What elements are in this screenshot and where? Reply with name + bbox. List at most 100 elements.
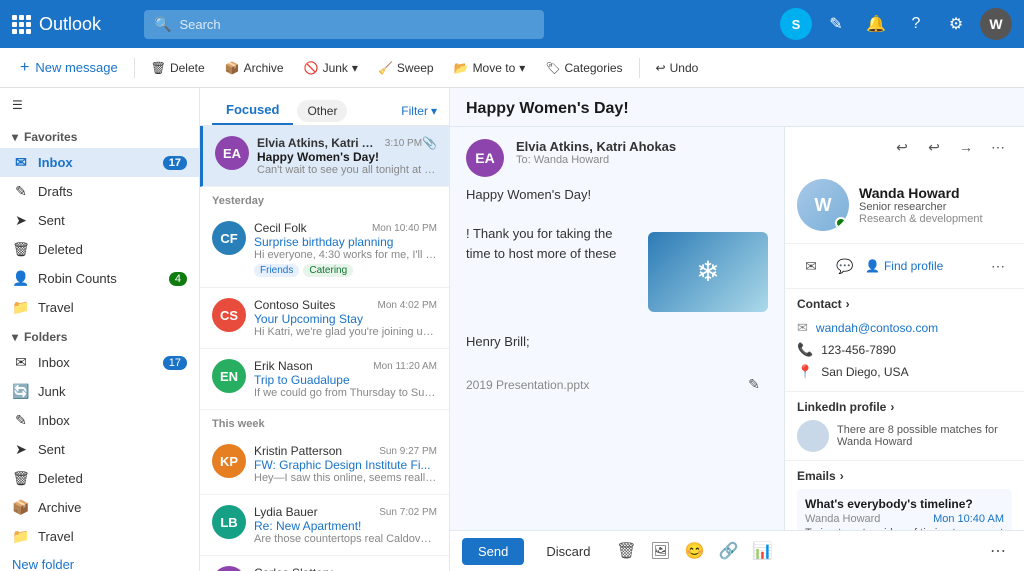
- linkedin-chevron: ›: [890, 400, 894, 414]
- undo-icon: ↩: [656, 61, 666, 75]
- inbox-icon: ✉: [12, 154, 30, 171]
- folders-chevron: ▾: [12, 330, 18, 344]
- sidebar-item-deleted-fav[interactable]: 🗑 Deleted: [0, 235, 199, 264]
- junk-icon: 🚫: [304, 61, 319, 75]
- reading-pane: Happy Women's Day! EA Elvia Atkins, Katr…: [450, 88, 1024, 571]
- email-item[interactable]: CS Carlos Slattery: [200, 556, 449, 571]
- contact-section-title[interactable]: Contact ›: [797, 297, 1012, 311]
- avatar: CS: [212, 566, 246, 571]
- categories-button[interactable]: 🏷 Categories: [537, 57, 630, 79]
- edit-icon-btn[interactable]: ✎: [740, 371, 768, 399]
- section-label-thisweek: This week: [200, 410, 449, 434]
- more-actions-btn[interactable]: ⋯: [984, 133, 1012, 161]
- junk-folder-icon: 🔄: [12, 383, 30, 400]
- email-content: Cecil Folk Mon 10:40 PM Surprise birthda…: [254, 221, 437, 277]
- sidebar-item-drafts[interactable]: ✎ Drafts: [0, 177, 199, 206]
- sidebar: ☰ ▾ Favorites ✉ Inbox 17 ✎ Drafts ➤ Sent…: [0, 88, 200, 571]
- search-bar[interactable]: 🔍: [144, 10, 544, 39]
- email-item[interactable]: EN Erik Nason Mon 11:20 AM Trip to Guada…: [200, 349, 449, 410]
- reply-all-icon-btn[interactable]: ↩: [920, 133, 948, 161]
- sent-folder-icon: ➤: [12, 441, 30, 458]
- topbar-right: S ✎ 🔔 ? ⚙ W: [780, 8, 1012, 40]
- delete-button[interactable]: 🗑 Delete: [143, 57, 213, 79]
- send-button[interactable]: Send: [462, 538, 524, 565]
- find-profile-link[interactable]: 👤 Find profile: [865, 252, 943, 280]
- sidebar-item-junk[interactable]: 🔄 Junk: [0, 377, 199, 406]
- grid-icon[interactable]: [12, 15, 31, 34]
- favorites-chevron: ▾: [12, 130, 18, 144]
- sidebar-collapse-btn[interactable]: ☰: [8, 94, 27, 116]
- email-item[interactable]: CS Contoso Suites Mon 4:02 PM Your Upcom…: [200, 288, 449, 349]
- email-content: Carlos Slattery: [254, 566, 437, 571]
- sidebar-item-travel-fav[interactable]: 📁 Travel: [0, 293, 199, 322]
- archive-button[interactable]: 📦 Archive: [217, 57, 292, 79]
- email-action-btn[interactable]: ✉: [797, 252, 825, 280]
- sidebar-item-archive[interactable]: 📦 Archive: [0, 493, 199, 522]
- sidebar-item-inbox-fav[interactable]: ✉ Inbox 17: [0, 148, 199, 177]
- avatar: KP: [212, 444, 246, 478]
- drafts2-icon: ✎: [12, 412, 30, 429]
- sidebar-item-inbox2[interactable]: ✎ Inbox: [0, 406, 199, 435]
- email-item[interactable]: KP Kristin Patterson Sun 9:27 PM FW: Gra…: [200, 434, 449, 495]
- sidebar-item-sent-fav[interactable]: ➤ Sent: [0, 206, 199, 235]
- new-folder-link[interactable]: New folder: [0, 551, 199, 571]
- deleted-folder-icon: 🗑: [12, 470, 30, 487]
- delete-compose-btn[interactable]: 🗑: [612, 537, 640, 565]
- contact-location-detail: 📍 San Diego, USA: [797, 361, 1012, 383]
- search-input[interactable]: [179, 17, 534, 32]
- topbar: Outlook 🔍 S ✎ 🔔 ? ⚙ W: [0, 0, 1024, 48]
- reading-email-body: EA Elvia Atkins, Katri Ahokas To: Wanda …: [450, 127, 784, 530]
- contact-more-btn[interactable]: ⋯: [984, 252, 1012, 280]
- email-content: Erik Nason Mon 11:20 AM Trip to Guadalup…: [254, 359, 437, 399]
- contact-email-detail: ✉ wandah@contoso.com: [797, 317, 1012, 339]
- archive-folder-icon: 📦: [12, 499, 30, 516]
- tab-other[interactable]: Other: [297, 100, 347, 122]
- email-item[interactable]: EA Elvia Atkins, Katri Ahokas 3:10 PM 📎 …: [200, 126, 449, 187]
- email-detail-icon: ✉: [797, 320, 808, 336]
- archive-icon: 📦: [225, 61, 240, 75]
- junk-button[interactable]: 🚫 Junk ▾: [296, 57, 366, 79]
- chat-action-btn[interactable]: 💬: [831, 252, 859, 280]
- filter-button[interactable]: Filter ▾: [401, 104, 437, 118]
- skype-icon[interactable]: S: [780, 8, 812, 40]
- separator: [134, 58, 135, 78]
- sidebar-item-robin-counts[interactable]: 👤 Robin Counts 4: [0, 264, 199, 293]
- reply-icon-btn[interactable]: ↩: [888, 133, 916, 161]
- image-compose-btn[interactable]: 🖼: [646, 537, 674, 565]
- email-card[interactable]: What's everybody's timeline? Wanda Howar…: [797, 489, 1012, 530]
- emails-section: Emails › What's everybody's timeline? Wa…: [785, 460, 1024, 530]
- tab-focused[interactable]: Focused: [212, 96, 293, 125]
- bell-icon[interactable]: 🔔: [860, 8, 892, 40]
- emoji-compose-btn[interactable]: 😊: [680, 537, 708, 565]
- email-content: Elvia Atkins, Katri Ahokas 3:10 PM 📎 Hap…: [257, 136, 437, 176]
- help-icon[interactable]: ?: [900, 8, 932, 40]
- more-compose-btn[interactable]: ⋯: [984, 537, 1012, 565]
- folders-header: ▾ Folders: [0, 322, 199, 348]
- sidebar-item-deleted-folder[interactable]: 🗑 Deleted: [0, 464, 199, 493]
- email-item[interactable]: CF Cecil Folk Mon 10:40 PM Surprise birt…: [200, 211, 449, 288]
- sidebar-item-inbox-folder[interactable]: ✉ Inbox 17: [0, 348, 199, 377]
- avatar[interactable]: W: [980, 8, 1012, 40]
- email-item[interactable]: LB Lydia Bauer Sun 7:02 PM Re: New Apart…: [200, 495, 449, 556]
- pen-icon[interactable]: ✎: [820, 8, 852, 40]
- linkedin-section: LinkedIn profile › There are 8 possible …: [785, 391, 1024, 460]
- sweep-button[interactable]: 🧹 Sweep: [370, 57, 442, 79]
- forward-icon-btn[interactable]: →: [952, 133, 980, 161]
- move-to-button[interactable]: 📂 Move to ▾: [446, 57, 534, 79]
- new-message-button[interactable]: + New message: [12, 55, 126, 81]
- contact-phone-detail: 📞 123-456-7890: [797, 339, 1012, 361]
- table-compose-btn[interactable]: 📊: [748, 537, 776, 565]
- undo-button[interactable]: ↩ Undo: [648, 57, 707, 79]
- junk-chevron: ▾: [352, 61, 358, 75]
- compose-bar: Send Discard 🗑 🖼 😊 🔗 📊 ⋯: [450, 530, 1024, 571]
- linkedin-title[interactable]: LinkedIn profile ›: [797, 400, 1012, 414]
- avatar: LB: [212, 505, 246, 539]
- settings-icon[interactable]: ⚙: [940, 8, 972, 40]
- discard-button[interactable]: Discard: [530, 538, 606, 565]
- sidebar-item-sent-folder[interactable]: ➤ Sent: [0, 435, 199, 464]
- reading-meta: EA Elvia Atkins, Katri Ahokas To: Wanda …: [466, 139, 768, 177]
- contact-dept: Research & development: [859, 213, 1012, 225]
- link-compose-btn[interactable]: 🔗: [714, 537, 742, 565]
- emails-title[interactable]: Emails ›: [797, 469, 1012, 483]
- sidebar-item-travel-folder[interactable]: 📁 Travel: [0, 522, 199, 551]
